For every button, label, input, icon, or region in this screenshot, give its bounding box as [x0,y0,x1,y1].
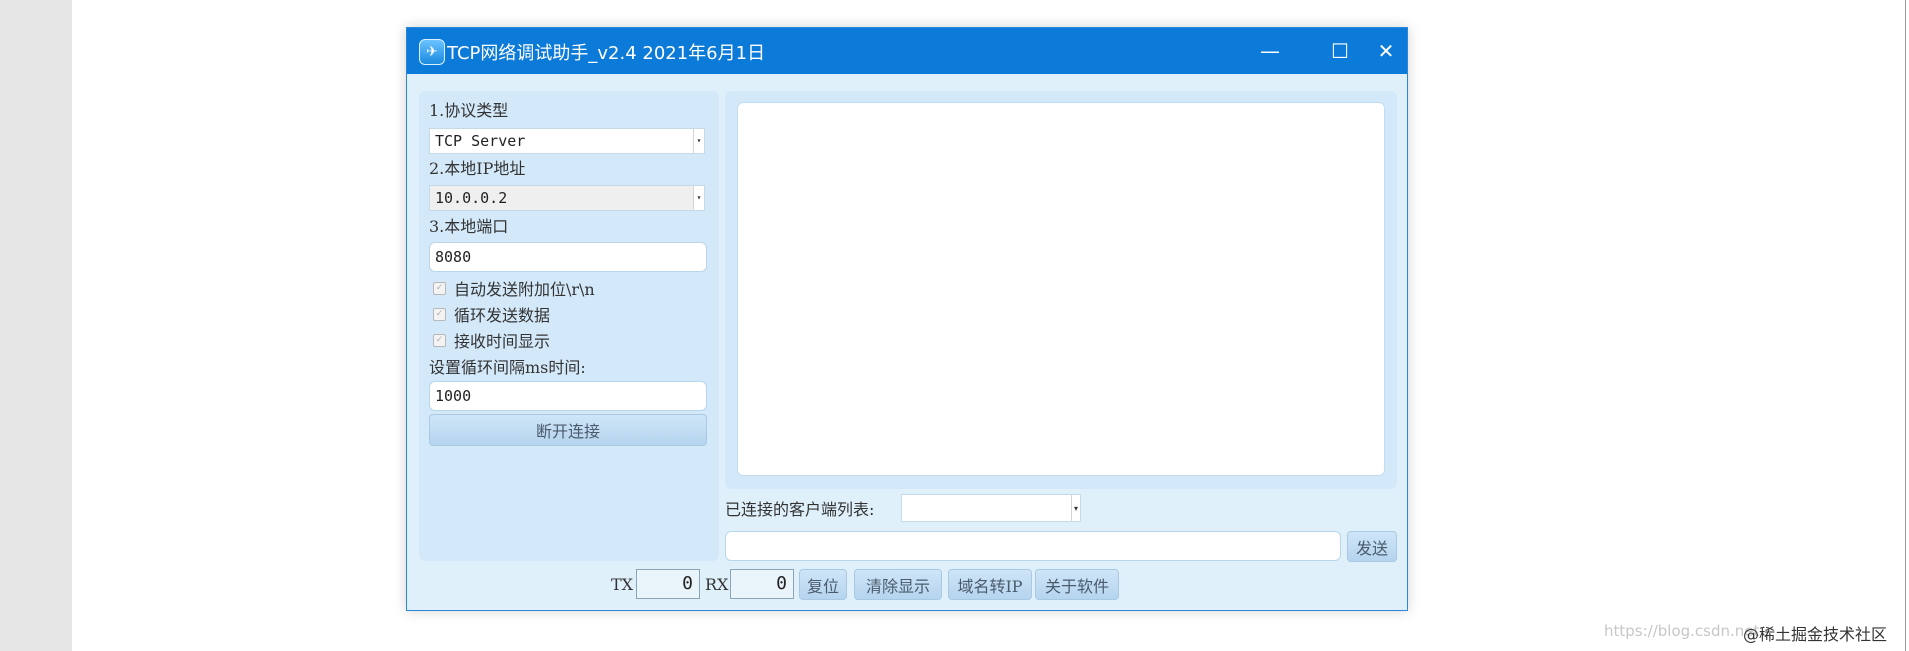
checkbox-label: 循环发送数据 [454,306,551,325]
page-edge-line [1905,0,1906,651]
disconnect-button[interactable]: 断开连接 [429,414,707,446]
protocol-select[interactable]: TCP Server ▾ [429,128,705,154]
domain-to-ip-button[interactable]: 域名转IP [948,569,1032,600]
local-port-input[interactable]: 8080 [429,242,707,272]
app-window: ✈ TCP网络调试助手_v2.4 2021年6月1日 — ☐ ✕ 1.协议类型 … [406,27,1408,611]
clear-display-button[interactable]: 清除显示 [854,569,942,600]
interval-input[interactable]: 1000 [429,381,707,411]
clients-list-label: 已连接的客户端列表: [725,500,875,519]
receive-panel [725,91,1397,489]
interval-label: 设置循环间隔ms时间: [429,358,586,377]
checkbox-label: 自动发送附加位\r\n [454,280,595,299]
receive-textarea[interactable] [737,102,1385,476]
window-title: TCP网络调试助手_v2.4 2021年6月1日 [447,43,766,64]
close-button[interactable]: ✕ [1363,28,1409,74]
send-button[interactable]: 发送 [1347,531,1397,562]
desktop-left-gutter [0,0,72,651]
local-port-label: 3.本地端口 [429,217,509,236]
local-ip-select[interactable]: 10.0.0.2 ▾ [429,185,705,211]
loop-send-option[interactable]: ✓ 循环发送数据 [433,303,550,325]
auto-append-crlf-option[interactable]: ✓ 自动发送附加位\r\n [433,277,595,299]
protocol-label: 1.协议类型 [429,101,509,120]
checkbox[interactable]: ✓ [433,307,446,321]
watermark-url: https://blog.csdn.net [1604,622,1760,640]
checkbox-label: 接收时间显示 [454,332,551,351]
chevron-down-icon[interactable]: ▾ [693,129,704,153]
checkbox[interactable]: ✓ [433,333,446,347]
rx-label: RX [705,575,729,594]
local-ip-select-value: 10.0.0.2 [435,189,508,207]
protocol-select-value: TCP Server [435,132,526,150]
about-button[interactable]: 关于软件 [1035,569,1119,600]
clients-select[interactable]: ▾ [901,494,1081,522]
status-bar: TX 0 RX 0 复位 清除显示 域名转IP 关于软件 [407,566,1407,602]
app-bird-icon: ✈ [419,39,445,65]
local-ip-label: 2.本地IP地址 [429,159,526,178]
reset-button[interactable]: 复位 [799,569,847,600]
minimize-button[interactable]: — [1235,28,1305,74]
checkbox[interactable]: ✓ [433,281,446,295]
rx-counter: 0 [730,569,794,599]
settings-panel: 1.协议类型 TCP Server ▾ 2.本地IP地址 10.0.0.2 ▾ … [419,91,719,561]
watermark-community: @稀土掘金技术社区 [1743,625,1888,644]
chevron-down-icon[interactable]: ▾ [693,186,704,210]
chevron-down-icon[interactable]: ▾ [1071,495,1080,521]
tx-counter: 0 [636,569,700,599]
title-bar[interactable]: ✈ TCP网络调试助手_v2.4 2021年6月1日 — ☐ ✕ [407,28,1407,74]
tx-label: TX [611,575,634,594]
send-input[interactable] [725,531,1341,561]
show-receive-time-option[interactable]: ✓ 接收时间显示 [433,329,550,351]
